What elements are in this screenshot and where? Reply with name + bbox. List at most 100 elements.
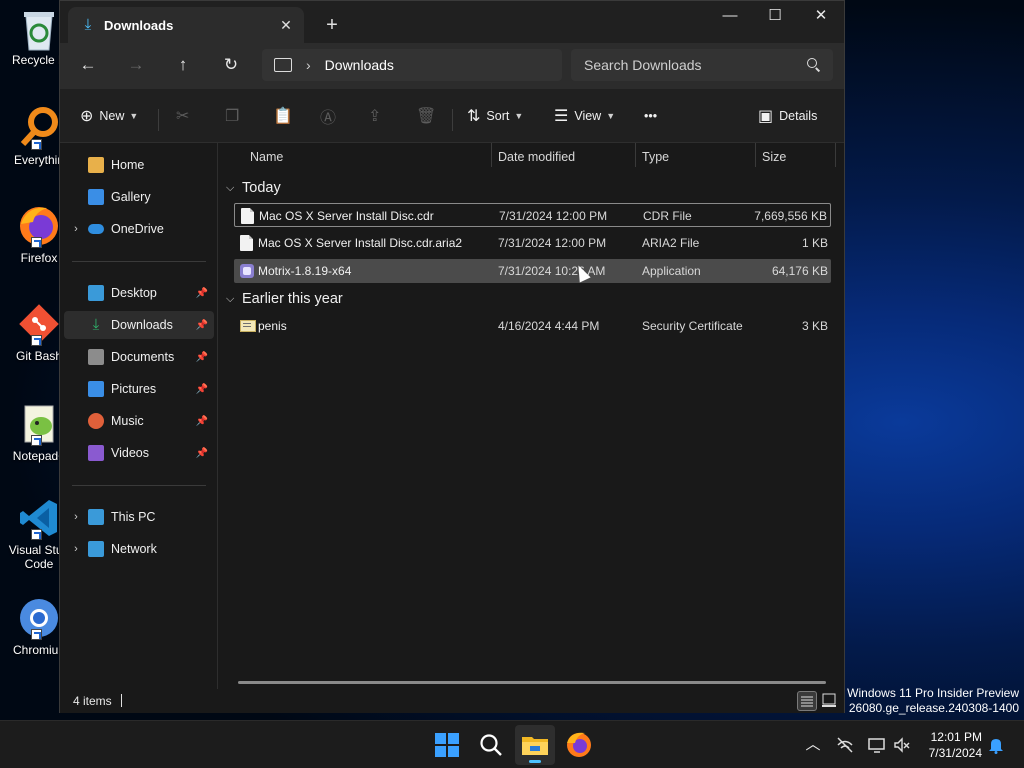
file-type: ARIA2 File xyxy=(642,236,700,250)
sidebar-item-this-pc[interactable]: › This PC xyxy=(64,503,214,531)
copy-button[interactable]: ❐ xyxy=(225,103,245,129)
address-bar[interactable]: › Downloads xyxy=(262,49,562,81)
expand-chevron-icon[interactable]: › xyxy=(64,223,88,235)
sort-label: Sort xyxy=(486,109,510,123)
system-clock[interactable]: 12:01 PM 7/31/2024 xyxy=(918,729,982,761)
home-icon xyxy=(88,157,104,173)
monitor-icon xyxy=(274,58,292,72)
sidebar-item-gallery[interactable]: Gallery xyxy=(64,183,214,211)
sidebar-item-downloads[interactable]: ⤓ Downloads 📌 xyxy=(64,311,214,339)
sidebar-item-desktop[interactable]: Desktop 📌 xyxy=(64,279,214,307)
table-row[interactable]: Motrix-1.8.19-x64 7/31/2024 10:26 AM App… xyxy=(234,259,831,283)
windows-watermark-line1: Windows 11 Pro Insider Preview xyxy=(847,686,1019,700)
sort-button[interactable]: ⇅ Sort ▼ xyxy=(467,103,523,129)
minimize-button[interactable]: — xyxy=(707,1,753,33)
sidebar-item-music[interactable]: Music 📌 xyxy=(64,407,214,435)
taskbar-search-button[interactable] xyxy=(471,725,511,765)
sidebar-item-pictures[interactable]: Pictures 📌 xyxy=(64,375,214,403)
details-view-button[interactable] xyxy=(797,691,817,711)
share-button[interactable]: ⇪ xyxy=(368,103,387,129)
column-header-name[interactable]: Name xyxy=(242,143,492,171)
sidebar-item-onedrive[interactable]: › OneDrive xyxy=(64,215,214,243)
group-header-today[interactable]: ⌵ Today xyxy=(226,177,281,199)
divider xyxy=(158,109,159,131)
sidebar-item-videos[interactable]: Videos 📌 xyxy=(64,439,214,467)
file-size: 64,176 KB xyxy=(771,264,828,278)
expand-chevron-icon[interactable]: › xyxy=(64,511,88,523)
sidebar-item-network[interactable]: › Network xyxy=(64,535,214,563)
forward-button[interactable]: → xyxy=(120,51,152,79)
file-name: Mac OS X Server Install Disc.cdr.aria2 xyxy=(258,236,463,250)
sidebar-item-home[interactable]: Home xyxy=(64,151,214,179)
chromium-icon xyxy=(17,596,61,640)
start-icon xyxy=(435,733,459,757)
desktop-icon xyxy=(88,285,104,301)
search-input[interactable]: Search Downloads xyxy=(571,49,833,81)
divider xyxy=(72,485,206,486)
file-type: Application xyxy=(642,264,701,278)
file-explorer-icon xyxy=(522,737,548,755)
new-button[interactable]: ⊕ New ▼ xyxy=(80,103,138,129)
rename-button[interactable]: Ⓐ xyxy=(320,103,342,129)
column-header-size[interactable]: Size xyxy=(754,143,834,171)
notification-bell-icon[interactable] xyxy=(986,735,1006,755)
address-bar-row: ← → ↑ ↻ › Downloads Search Downloads xyxy=(60,43,844,89)
network-disconnected-icon[interactable] xyxy=(835,735,855,755)
notepad-plus-plus-icon xyxy=(17,402,61,446)
display-icon[interactable] xyxy=(867,735,887,755)
tab-downloads[interactable]: ⤓ Downloads ✕ xyxy=(68,7,304,43)
tab-title: Downloads xyxy=(104,17,174,33)
sidebar-item-label: Pictures xyxy=(111,382,157,396)
horizontal-scrollbar[interactable] xyxy=(238,681,826,684)
cut-button[interactable]: ✂ xyxy=(176,103,195,129)
expand-chevron-icon[interactable]: › xyxy=(64,543,88,555)
refresh-button[interactable]: ↻ xyxy=(215,51,247,79)
rename-icon: Ⓐ xyxy=(320,110,337,127)
item-count: 4 items xyxy=(73,694,112,708)
close-button[interactable]: ✕ xyxy=(798,1,844,33)
delete-button[interactable]: 🗑 xyxy=(416,103,442,129)
details-pane-button[interactable]: ▣ Details xyxy=(758,103,817,129)
breadcrumb-downloads[interactable]: Downloads xyxy=(325,57,394,73)
search-placeholder: Search Downloads xyxy=(584,57,702,73)
view-button[interactable]: ☰ View ▼ xyxy=(554,103,615,129)
new-label: New xyxy=(99,109,125,123)
downloads-icon: ⤓ xyxy=(92,316,100,333)
sidebar-item-label: Desktop xyxy=(111,286,157,300)
file-icon xyxy=(240,235,253,251)
sidebar-item-documents[interactable]: Documents 📌 xyxy=(64,343,214,371)
search-icon xyxy=(480,734,502,756)
shortcut-arrow-icon xyxy=(31,139,42,150)
back-button[interactable]: ← xyxy=(72,51,104,79)
maximize-button[interactable]: ☐ xyxy=(752,1,798,33)
group-header-earlier-this-year[interactable]: ⌵ Earlier this year xyxy=(226,288,343,310)
chevron-down-icon: ▼ xyxy=(606,111,616,121)
application-icon xyxy=(240,264,254,278)
tiles-view-button[interactable] xyxy=(820,691,840,711)
tab-close-button[interactable]: ✕ xyxy=(272,13,300,37)
column-header-type[interactable]: Type xyxy=(634,143,754,171)
search-icon xyxy=(807,58,821,72)
table-row[interactable]: penis 4/16/2024 4:44 PM Security Certifi… xyxy=(234,314,831,338)
up-button[interactable]: ↑ xyxy=(167,51,199,79)
start-button[interactable] xyxy=(427,725,467,765)
shortcut-arrow-icon xyxy=(31,335,42,346)
more-options-button[interactable]: ••• xyxy=(644,103,657,129)
new-tab-button[interactable]: + xyxy=(318,11,346,39)
taskbar-file-explorer[interactable] xyxy=(515,725,555,765)
table-row[interactable]: Mac OS X Server Install Disc.cdr.aria2 7… xyxy=(234,231,831,255)
show-hidden-icons-chevron-icon[interactable]: ︿ xyxy=(803,735,823,755)
vscode-icon xyxy=(17,496,61,540)
volume-muted-icon[interactable] xyxy=(892,735,912,755)
shortcut-arrow-icon xyxy=(31,629,42,640)
taskbar-firefox[interactable] xyxy=(559,725,599,765)
column-header-date[interactable]: Date modified xyxy=(490,143,634,171)
paste-button[interactable]: 📋 xyxy=(273,103,299,129)
plus-circle-icon: ⊕ xyxy=(80,108,94,125)
table-row[interactable]: Mac OS X Server Install Disc.cdr 7/31/20… xyxy=(234,203,831,227)
taskbar: ︿ 12:01 PM 7/31/2024 xyxy=(0,720,1024,768)
recycle-bin-icon xyxy=(17,6,61,51)
everything-search-icon xyxy=(17,106,61,150)
gallery-icon xyxy=(88,189,104,205)
file-size: 7,669,556 KB xyxy=(754,209,827,223)
